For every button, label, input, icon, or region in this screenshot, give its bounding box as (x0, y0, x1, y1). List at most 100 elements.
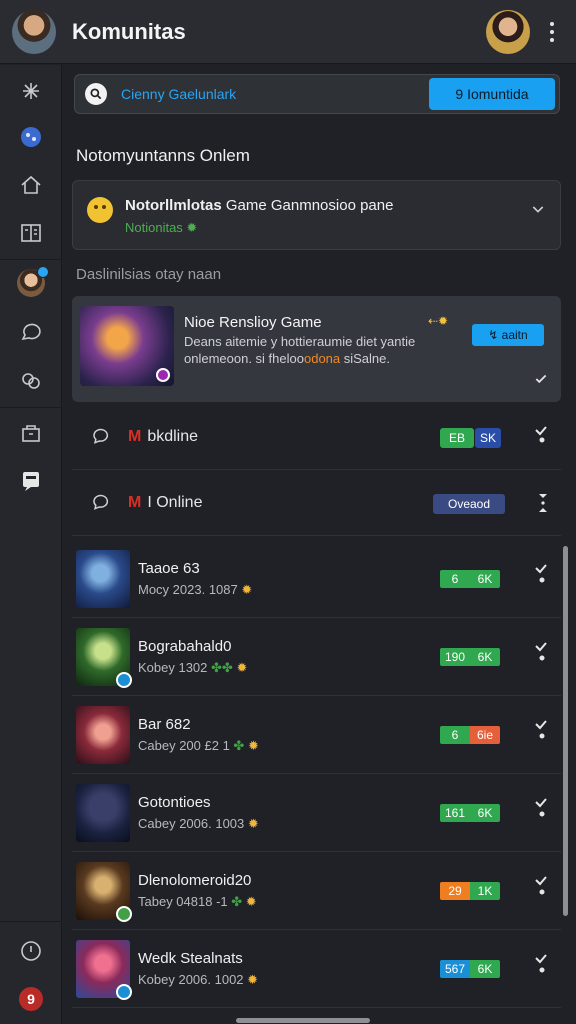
pill-unit: 1K (470, 882, 500, 900)
book-icon (21, 224, 41, 242)
game-thumbnail (76, 550, 130, 608)
store-icon (22, 425, 40, 442)
featured-description: onlemeoon. si fhelooodona siSalne. (184, 351, 391, 366)
sidebar-item-messages[interactable] (0, 459, 62, 503)
compass-icon (23, 83, 39, 99)
game-meta: Cabey 2006. 1003 ✹ (138, 816, 259, 831)
platform-badge (156, 368, 170, 382)
sidebar-divider (0, 259, 62, 260)
app-title: Komunitas (72, 18, 186, 44)
sidebar-item-groups[interactable] (0, 359, 62, 403)
game-title: Wedk Stealnats (138, 950, 243, 967)
chevron-down-icon[interactable] (530, 201, 546, 217)
sidebar-item-notifications[interactable]: 9 (0, 977, 62, 1021)
discover-icon (21, 127, 41, 147)
more-icon[interactable] (534, 952, 548, 978)
pill-count: 190 (440, 648, 470, 666)
message-icon (23, 472, 39, 491)
more-icon[interactable] (534, 874, 548, 900)
status-pill: ЕВ (440, 428, 474, 448)
list-item-online[interactable]: MI Online Oveaod (72, 472, 561, 536)
game-title: Taaoe 63 (138, 560, 200, 577)
more-icon[interactable] (534, 718, 548, 744)
more-icon[interactable] (534, 562, 548, 588)
status-subtitle: Notionitas ✹ (125, 220, 198, 235)
search-input[interactable]: Cienny Gaelunlark (121, 86, 429, 102)
home-indicator[interactable] (236, 1018, 370, 1023)
featured-join-button[interactable]: ↯ aaitn (472, 324, 544, 346)
home-icon (21, 175, 41, 194)
game-list-item[interactable]: Bar 682 Cabey 200 £2 1 ✤ ✹ 6 6ie (72, 696, 561, 774)
pill-count: 6 (440, 570, 470, 588)
game-list-item[interactable]: Taaoe 63 Mocy 2023. 1087 ✹ 6 6K (72, 540, 561, 618)
sidebar-item-discover[interactable] (0, 115, 62, 159)
top-app-bar: Komunitas (0, 0, 576, 64)
player-count-pill: 161 6K (440, 804, 500, 822)
game-thumbnail (76, 784, 130, 842)
game-list-item[interactable]: Gotontioes Cabey 2006. 1003 ✹ 161 6K (72, 774, 561, 852)
section-title: Notomyuntanns Onlem (76, 146, 250, 165)
sidebar: 9 (0, 65, 62, 1024)
pill-unit: 6K (470, 804, 500, 822)
sidebar-item-store[interactable] (0, 411, 62, 455)
sidebar-item-home[interactable] (0, 163, 62, 207)
game-title: Bar 682 (138, 716, 191, 733)
search-icon (85, 83, 107, 105)
sidebar-item-chat[interactable] (0, 311, 62, 355)
status-pill: Oveaod (433, 494, 505, 514)
player-count-pill: 29 1K (440, 882, 500, 900)
game-thumbnail (76, 706, 130, 764)
game-list-item[interactable]: Dlenolomeroid20 Tabey 04818 -1 ✤ ✹ 29 1K (72, 852, 561, 930)
more-options-icon[interactable] (540, 10, 564, 54)
more-icon[interactable] (534, 796, 548, 822)
player-count-pill: 190 6K (440, 648, 500, 666)
game-list-item[interactable]: Bograbahald0 Kobey 1302 ✤✤ ✹ 190 6K (72, 618, 561, 696)
platform-badge (116, 984, 132, 1000)
groups-icon (22, 373, 40, 389)
user-avatar[interactable] (12, 9, 56, 54)
sidebar-item-info[interactable] (0, 929, 62, 973)
game-thumbnail (80, 306, 174, 386)
pill-count: 161 (440, 804, 470, 822)
search-bar[interactable]: Cienny Gaelunlark 9 Iomuntida (74, 74, 560, 114)
player-count-pill: 567 6K (440, 960, 500, 978)
featured-game-card[interactable]: Nioe Renslioy Game ⇠✹ Deans aitemie y ho… (72, 296, 561, 402)
notification-badge: 9 (19, 987, 43, 1011)
scrollbar[interactable] (563, 546, 568, 916)
game-title: Gotontioes (138, 794, 211, 811)
chat-icon (21, 323, 41, 341)
game-meta: Tabey 04818 -1 ✤ ✹ (138, 894, 257, 909)
status-card[interactable]: Notorllmlotas Game Ganmnosioo pane Notio… (72, 180, 561, 250)
game-list-item[interactable]: Wedk Stealnats Kobey 2006. 1002 ✹ 567 6K (72, 930, 561, 1008)
online-label: Mbkdline (128, 428, 199, 445)
sidebar-item-library[interactable] (0, 211, 62, 255)
player-count-pill: 6 6K (440, 570, 500, 588)
game-meta: Kobey 1302 ✤✤ ✹ (138, 660, 248, 675)
profile-avatar[interactable] (486, 9, 530, 54)
game-title: Bograbahald0 (138, 638, 232, 655)
more-icon[interactable] (534, 424, 548, 446)
list-item-online[interactable]: Mbkdline ЕВ SK (72, 406, 561, 470)
pill-unit: 6K (470, 960, 500, 978)
subsection-title: Daslinilsias otay naan (76, 266, 222, 283)
pill-unit: 6K (470, 570, 500, 588)
pill-unit: 6ie (470, 726, 500, 744)
pill-unit: 6K (470, 648, 500, 666)
search-button[interactable]: 9 Iomuntida (429, 78, 555, 110)
chat-icon (93, 494, 109, 510)
check-icon (535, 374, 547, 384)
sidebar-item-compass[interactable] (0, 69, 62, 113)
info-icon (21, 941, 41, 961)
status-title: Notorllmlotas Game Ganmnosioo pane (125, 197, 394, 214)
more-icon[interactable] (534, 640, 548, 666)
online-label: MI Online (128, 494, 203, 511)
platform-badge (116, 672, 132, 688)
featured-title: Nioe Renslioy Game (184, 314, 322, 331)
sidebar-divider (0, 921, 62, 922)
more-icon[interactable] (536, 492, 550, 514)
chat-icon (93, 428, 109, 444)
pill-count: 29 (440, 882, 470, 900)
sidebar-item-profile[interactable] (0, 261, 62, 305)
game-meta: Kobey 2006. 1002 ✹ (138, 972, 259, 987)
game-meta: Mocy 2023. 1087 ✹ (138, 582, 253, 597)
